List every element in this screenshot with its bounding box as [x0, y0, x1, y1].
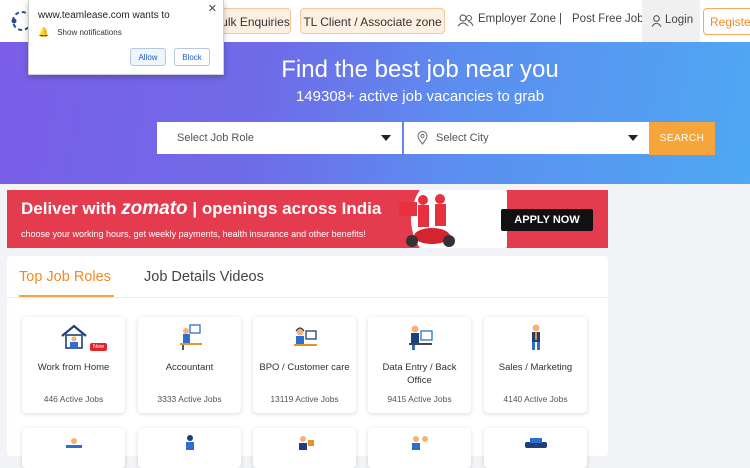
role-active-jobs: 446 Active Jobs	[43, 394, 104, 404]
zomato-promo-banner[interactable]: Deliver with zomato | openings across In…	[7, 190, 608, 248]
notification-message-row: 🔔 Show notifications	[38, 27, 122, 38]
employer-users-icon	[457, 14, 474, 27]
role-active-jobs: 13119 Active Jobs	[270, 394, 339, 404]
job-roles-panel: Top Job Roles Job Details Videos New Wor…	[7, 256, 608, 468]
nav-divider: |	[559, 13, 562, 25]
role-card-work-from-home[interactable]: New Work from Home 446 Active Jobs	[22, 317, 125, 413]
notification-message: Show notifications	[57, 28, 122, 37]
zomato-brand-text: zomato	[121, 198, 188, 219]
banner-headline: Deliver with zomato | openings across In…	[21, 198, 381, 220]
close-icon[interactable]: ✕	[208, 2, 217, 15]
salesperson-icon	[532, 324, 540, 350]
role-title: Work from Home	[37, 362, 110, 373]
role-card-sales-marketing[interactable]: Sales / Marketing 4140 Active Jobs	[484, 317, 587, 413]
headset-agent-icon	[294, 327, 317, 346]
role-title: Sales / Marketing	[498, 362, 573, 373]
role-icon	[412, 436, 428, 450]
role-card-row2[interactable]	[138, 428, 241, 468]
city-placeholder: Select City	[436, 132, 489, 144]
role-card-data-entry-back-office[interactable]: Data Entry / Back Office 9415 Active Job…	[368, 317, 471, 413]
role-icon	[299, 436, 314, 450]
hero-subtitle: 149308+ active job vacancies to grab	[295, 88, 545, 105]
accountant-icon	[180, 324, 202, 350]
apply-now-button[interactable]: APPLY NOW	[501, 209, 593, 231]
tab-job-details-videos[interactable]: Job Details Videos	[144, 269, 264, 285]
bell-icon: 🔔	[38, 27, 50, 37]
notification-title: www.teamlease.com wants to	[38, 10, 170, 21]
block-button[interactable]: Block	[174, 48, 210, 66]
tl-client-associate-zone-button[interactable]: TL Client / Associate zone	[300, 8, 445, 34]
role-card-row2[interactable]	[22, 428, 125, 468]
role-icon	[66, 438, 82, 448]
divider	[7, 297, 608, 298]
role-active-jobs: 4140 Active Jobs	[503, 394, 568, 404]
role-active-jobs: 3333 Active Jobs	[157, 394, 222, 404]
allow-button[interactable]: Allow	[130, 48, 166, 66]
job-role-placeholder: Select Job Role	[177, 132, 255, 144]
banner-headline-suffix: | openings across India	[187, 199, 382, 218]
banner-subtext: choose your working hours, get weekly pa…	[21, 229, 366, 239]
role-card-row2[interactable]	[368, 428, 471, 468]
employer-zone-link[interactable]: Employer Zone	[478, 13, 556, 25]
delivery-scooter-illustration	[399, 190, 507, 248]
chevron-down-icon	[628, 135, 638, 141]
banner-headline-prefix: Deliver with	[21, 199, 122, 218]
role-title: BPO / Customer care	[259, 362, 350, 373]
notification-permission-popup: www.teamlease.com wants to ✕ 🔔 Show notif…	[28, 0, 224, 75]
role-card-row2[interactable]	[253, 428, 356, 468]
job-role-select[interactable]: Select Job Role	[157, 122, 402, 154]
role-title: Accountant	[165, 362, 214, 373]
car-icon	[525, 438, 547, 448]
search-button[interactable]: SEARCH	[649, 122, 715, 155]
login-button[interactable]: Login	[642, 0, 700, 42]
chevron-down-icon	[381, 135, 391, 141]
post-free-job-link[interactable]: Post Free Job	[572, 13, 644, 25]
tab-top-job-roles[interactable]: Top Job Roles	[19, 269, 111, 285]
login-label: Login	[665, 14, 694, 26]
city-select[interactable]: Select City	[404, 122, 649, 154]
register-button[interactable]: Register	[703, 8, 750, 35]
location-pin-icon	[417, 131, 428, 145]
home-office-icon	[61, 324, 87, 349]
role-active-jobs: 9415 Active Jobs	[387, 394, 452, 404]
new-badge: New	[90, 343, 108, 351]
role-card-row2[interactable]	[484, 428, 587, 468]
data-entry-icon	[409, 325, 433, 350]
user-icon	[651, 15, 662, 27]
role-icon	[186, 435, 194, 450]
role-card-bpo-customer-care[interactable]: BPO / Customer care 13119 Active Jobs	[253, 317, 356, 413]
role-card-accountant[interactable]: Accountant 3333 Active Jobs	[138, 317, 241, 413]
role-title: Data Entry / Back Office	[382, 362, 457, 386]
